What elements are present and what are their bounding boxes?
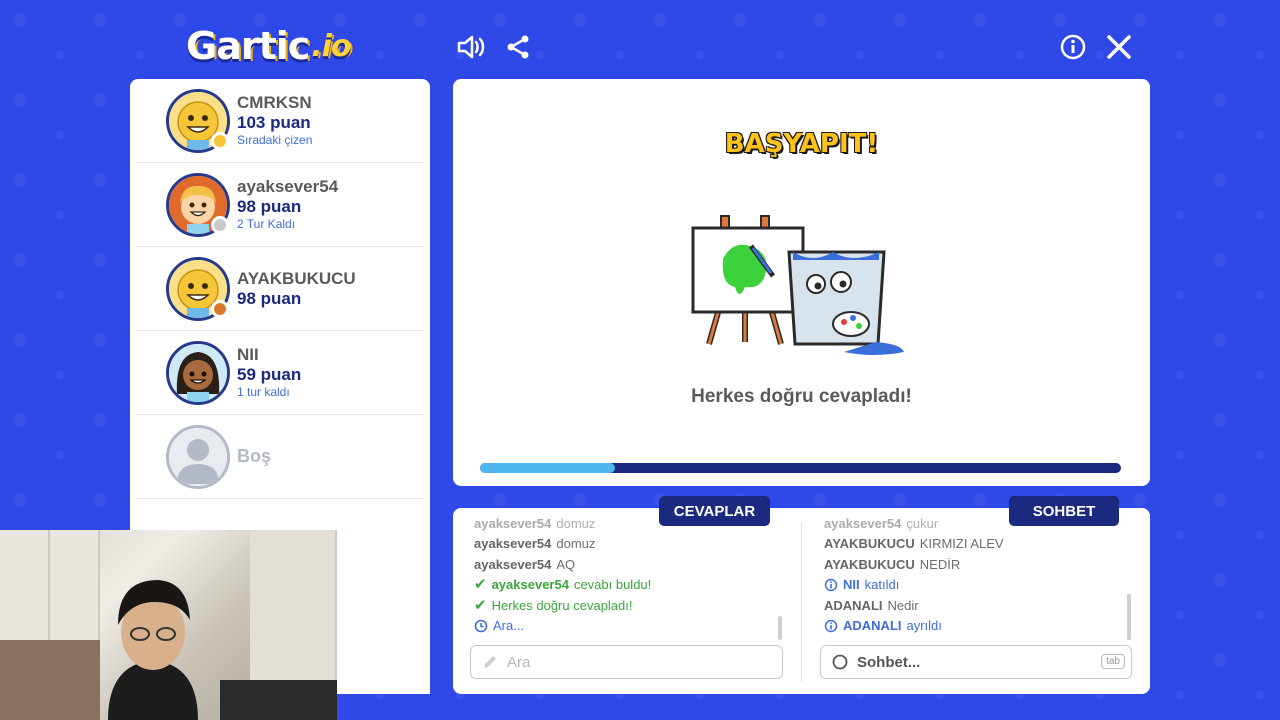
list-item: ayaksever54 AQ [474, 555, 774, 576]
player-row[interactable]: NII 59 puan 1 tur kaldı [136, 331, 424, 415]
player-name: NII [237, 345, 259, 365]
masterpiece-headline: BAŞYAPIT! [724, 129, 879, 159]
answers-log: ayaksever54 domuz ayaksever54 domuz ayakse… [474, 518, 774, 637]
entry-user: AYAKBUKUCU [824, 536, 915, 551]
entry-text: Ara... [493, 618, 525, 633]
entry-text: Nedir [887, 597, 919, 613]
avatar [166, 256, 230, 321]
chat-scrollbar[interactable] [1127, 594, 1131, 640]
player-status: 2 Tur Kaldı [237, 217, 296, 232]
entry-text: cevabı buldu! [573, 577, 652, 592]
player-name: CMRKSN [237, 93, 312, 113]
player-status: Sıradaki çizen [237, 133, 313, 148]
player-name: AYAKBUKUCU [237, 268, 356, 288]
list-item: ✔ Herkes doğru cevapladı! [474, 596, 774, 617]
list-item: ayaksever54 domuz [474, 534, 774, 555]
entry-text: NEDİR [919, 556, 961, 572]
entry-text: katıldı [864, 577, 900, 592]
empty-avatar [166, 424, 230, 489]
entry-user: ayaksever54 [474, 536, 552, 551]
player-row[interactable]: ayaksever54 98 puan 2 Tur Kaldı [136, 163, 424, 247]
drawing-canvas: BAŞYAPIT! Herkes doğru cevapladı! [453, 79, 1150, 486]
webcam-overlay [0, 530, 337, 720]
answer-placeholder: Ara [507, 653, 531, 671]
player-row[interactable]: CMRKSN 103 puan Sıradaki çizen [136, 79, 424, 163]
list-item: AYAKBUKUCU KIRMIZI ALEV [824, 534, 1124, 555]
list-item: ADANALI ayrıldı [824, 616, 1124, 637]
check-icon: ✔ [474, 576, 487, 593]
player-name: ayaksever54 [237, 177, 339, 197]
entry-text: domuz [556, 518, 596, 531]
status-dot [211, 131, 229, 150]
chat-input[interactable]: Sohbet... tab [820, 645, 1132, 679]
player-row[interactable]: AYAKBUKUCU 98 puan [136, 247, 424, 331]
clock-icon [474, 619, 488, 633]
status-dot [211, 215, 229, 234]
list-item: Ara... [474, 616, 774, 637]
answer-input[interactable]: Ara [470, 645, 783, 679]
entry-text: Herkes doğru cevapladı! [491, 597, 633, 613]
empty-slot[interactable]: Boş [136, 415, 424, 499]
info-circle-icon [824, 620, 838, 633]
close-icon[interactable] [1104, 32, 1134, 62]
entry-user: NII [843, 577, 860, 592]
player-status: 1 tur kaldı [237, 385, 290, 400]
chat-log: ayaksever54 çukur AYAKBUKUCU KIRMIZI ALEV … [824, 518, 1124, 637]
easel-paint-bucket-icon [691, 215, 904, 355]
list-item: ayaksever54 domuz [474, 518, 774, 534]
speaker-icon[interactable] [456, 32, 486, 62]
entry-user: ADANALI [824, 597, 883, 613]
player-score: 103 puan [237, 112, 311, 132]
list-item: AYAKBUKUCU NEDİR [824, 555, 1124, 576]
entry-user: ADANALI [843, 618, 902, 633]
entry-text: domuz [556, 536, 596, 551]
player-score: 98 puan [237, 288, 302, 308]
list-item: ADANALI Nedir [824, 596, 1124, 617]
logo-suffix: .io [311, 28, 351, 64]
user-placeholder-icon [169, 427, 227, 486]
info-icon[interactable] [1058, 32, 1088, 62]
round-progress-bar [480, 463, 1121, 473]
list-item: ✔ ayaksever54 cevabı buldu! [474, 575, 774, 596]
status-dot [211, 299, 229, 318]
gartic-logo: Gartic .io [186, 24, 352, 68]
avatar [166, 88, 230, 153]
player-score: 98 puan [237, 196, 302, 216]
answers-scrollbar[interactable] [778, 616, 782, 640]
list-item: NII katıldı [824, 575, 1124, 596]
entry-text: çukur [906, 518, 939, 531]
logo-text: Gartic [186, 24, 310, 68]
share-icon[interactable] [503, 32, 533, 62]
panel-divider [801, 522, 802, 682]
player-name: Boş [237, 446, 272, 467]
entry-user: ayaksever54 [824, 518, 902, 531]
entry-user: AYAKBUKUCU [824, 556, 915, 572]
entry-text: ayrıldı [906, 618, 942, 633]
search-icon [832, 654, 848, 670]
check-icon: ✔ [474, 596, 487, 614]
round-message: Herkes doğru cevapladı! [691, 386, 912, 407]
cam-keyboard [220, 680, 337, 720]
entry-user: ayaksever54 [474, 518, 552, 531]
avatar [166, 172, 230, 237]
chat-placeholder: Sohbet... [857, 653, 921, 671]
list-item: ayaksever54 çukur [824, 518, 1124, 534]
entry-user: ayaksever54 [474, 556, 552, 572]
braids-avatar-icon [169, 343, 227, 402]
player-score: 59 puan [237, 364, 302, 384]
info-circle-icon [824, 579, 838, 592]
avatar [166, 340, 230, 405]
entry-text: KIRMIZI ALEV [919, 536, 1004, 551]
entry-text: AQ [556, 556, 576, 572]
bottom-panel: CEVAPLAR SOHBET ayaksever54 domuz ayaksev… [453, 496, 1150, 694]
progress-fill [480, 463, 615, 473]
cam-desk [0, 640, 100, 720]
entry-user: ayaksever54 [491, 577, 569, 592]
tab-shortcut-badge: tab [1101, 654, 1125, 669]
streamer-icon [108, 580, 198, 720]
pencil-icon [484, 656, 496, 668]
